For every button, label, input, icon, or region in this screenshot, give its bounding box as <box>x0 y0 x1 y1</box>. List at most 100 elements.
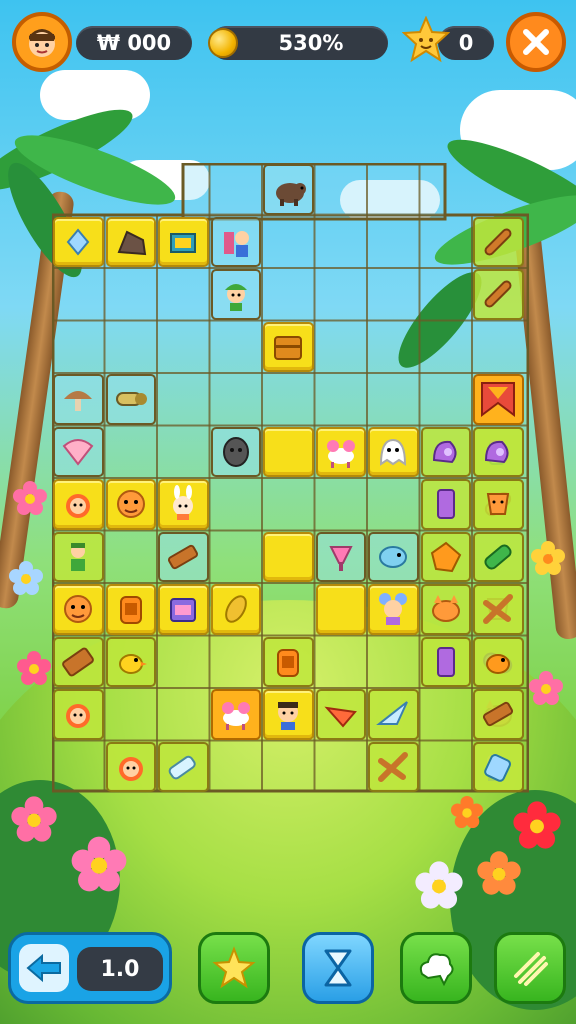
tile-blank[interactable] <box>315 584 366 635</box>
purple-shell-icon <box>485 440 509 463</box>
boy-face-icon <box>278 702 299 731</box>
tile-boy-with-book[interactable] <box>210 216 261 267</box>
smiling-star-icon <box>401 15 451 64</box>
tile-rock[interactable] <box>105 216 156 267</box>
pink-flower <box>70 835 128 893</box>
star-hint-button[interactable] <box>198 932 270 1004</box>
mahjong-board <box>52 163 529 793</box>
tile-orange-cup[interactable] <box>473 479 524 530</box>
orange-cat-icon <box>431 595 460 623</box>
tile-wooden-flute[interactable] <box>473 269 524 320</box>
tile-orange-cat[interactable] <box>420 584 471 635</box>
tile-stone-head[interactable] <box>210 426 261 477</box>
tile-amber-gem[interactable] <box>420 531 471 582</box>
tile-wood-plank[interactable] <box>158 531 209 582</box>
tile-wood-plank[interactable] <box>473 689 524 740</box>
tile-glass-bottle[interactable] <box>158 741 209 792</box>
white-flower <box>414 860 464 910</box>
score-display: ₩ 000 <box>76 26 192 60</box>
boar-icon <box>276 183 307 207</box>
pink-bell-icon <box>329 545 353 571</box>
tile-red-chip[interactable] <box>315 689 366 740</box>
tile-purple-gem[interactable] <box>420 636 471 687</box>
tile-yellow-bird[interactable] <box>105 636 156 687</box>
tile-blue-cup[interactable] <box>473 741 524 792</box>
tile-blank[interactable] <box>263 426 314 477</box>
pink-goat-icon <box>221 702 250 731</box>
avatar-face-icon <box>29 29 55 57</box>
tile-red-hair-girl[interactable] <box>53 689 104 740</box>
player-avatar[interactable] <box>12 12 72 72</box>
tile-orange-face[interactable] <box>53 584 104 635</box>
tile-green-kid[interactable] <box>53 531 104 582</box>
hourglass-icon <box>324 949 352 987</box>
tile-pink-goat[interactable] <box>315 426 366 477</box>
rock-icon <box>117 230 146 255</box>
tile-mouse-girl[interactable] <box>368 584 419 635</box>
orange-jar-icon <box>119 596 142 625</box>
tile-purple-shell[interactable] <box>473 426 524 477</box>
close-button[interactable] <box>506 12 566 72</box>
tile-orange-jar[interactable] <box>263 636 314 687</box>
sticks-button[interactable] <box>494 932 566 1004</box>
tile-blue-arrow[interactable] <box>368 689 419 740</box>
tile-girl-green-hat[interactable] <box>210 269 261 320</box>
ghost-cat-icon <box>380 438 407 466</box>
bottom-controls: 1.0 <box>8 932 568 1012</box>
top-hud: ₩ 000 530% 0 <box>10 12 566 76</box>
tile-seashell[interactable] <box>53 426 104 477</box>
tile-blank[interactable] <box>263 531 314 582</box>
tile-mushroom[interactable] <box>53 374 104 425</box>
blue-arrow-icon <box>376 701 409 726</box>
tile-orange-jar[interactable] <box>105 584 156 635</box>
tile-boar[interactable] <box>263 164 314 215</box>
red-hair-girl-icon <box>118 756 143 781</box>
tile-wood-phone[interactable] <box>53 636 104 687</box>
tile-log-pipe[interactable] <box>105 374 156 425</box>
crystal-icon <box>66 228 90 256</box>
tile-green-bottle[interactable] <box>473 531 524 582</box>
tile-bunny-kid[interactable] <box>158 479 209 530</box>
tile-pink-bell[interactable] <box>315 531 366 582</box>
purple-gem-icon <box>436 646 455 677</box>
tile-wooden-flute[interactable] <box>473 216 524 267</box>
tile-wooden-chest[interactable] <box>263 321 314 372</box>
sticks-icon <box>514 952 548 986</box>
red-hair-girl-icon <box>66 704 91 729</box>
blue-flower <box>8 560 44 596</box>
tile-purple-gem[interactable] <box>420 479 471 530</box>
tile-purple-case[interactable] <box>158 584 209 635</box>
tile-red-banner[interactable] <box>473 374 524 425</box>
orange-jar-icon <box>277 648 300 677</box>
tile-orange-bird[interactable] <box>473 636 524 687</box>
cloud-button[interactable] <box>400 932 472 1004</box>
tile-purple-shell[interactable] <box>420 426 471 477</box>
orange-cup-icon <box>487 493 510 516</box>
tile-wood-cross[interactable] <box>473 584 524 635</box>
blue-fish-icon <box>379 545 408 568</box>
tile-blue-fish[interactable] <box>368 531 419 582</box>
undo-button[interactable]: 1.0 <box>8 932 172 1004</box>
back-arrow-icon <box>19 944 69 992</box>
stone-head-icon <box>222 436 249 467</box>
tile-treasure-box[interactable] <box>158 216 209 267</box>
tile-red-hair-girl[interactable] <box>105 741 156 792</box>
tile-orange-face[interactable] <box>105 479 156 530</box>
seashell-icon <box>62 438 94 466</box>
log-pipe-icon <box>115 392 147 407</box>
tile-crystal[interactable] <box>53 216 104 267</box>
tile-pink-goat[interactable] <box>210 689 261 740</box>
tile-ghost-cat[interactable] <box>368 426 419 477</box>
pink-flower <box>16 650 52 686</box>
boy-with-book-icon <box>223 230 249 257</box>
orange-bird-icon <box>486 653 511 674</box>
tile-wood-cross[interactable] <box>368 741 419 792</box>
tile-boy-face[interactable] <box>263 689 314 740</box>
tile-gold-leaf[interactable] <box>210 584 261 635</box>
wooden-flute-icon <box>484 228 512 256</box>
shuffle-button[interactable] <box>302 932 374 1004</box>
tile-red-hair-girl[interactable] <box>53 479 104 530</box>
cloud-splash-icon <box>419 953 454 987</box>
pink-flower <box>528 670 564 706</box>
gold-leaf-icon <box>224 595 247 624</box>
